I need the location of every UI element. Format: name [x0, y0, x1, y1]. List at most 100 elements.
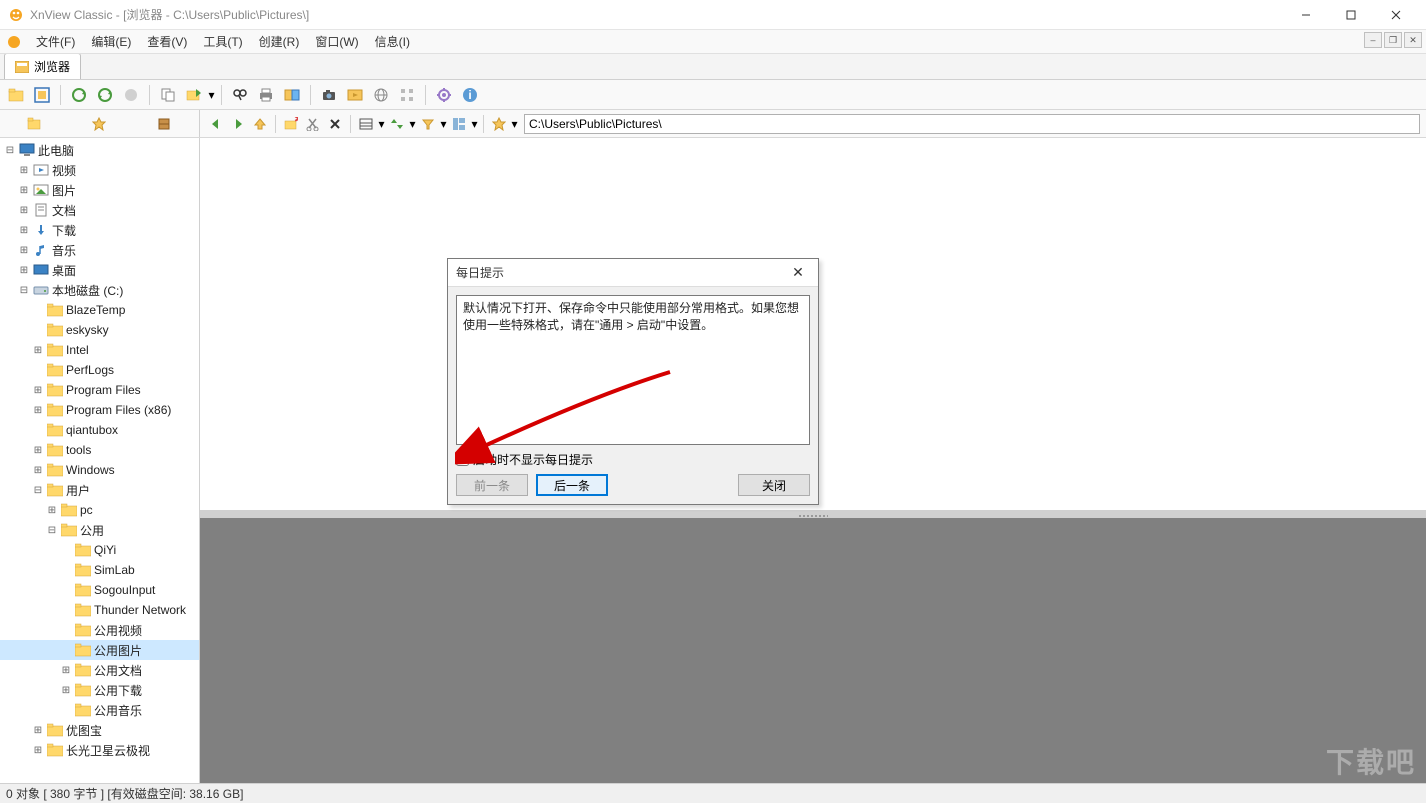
convert-button[interactable]	[280, 83, 304, 107]
tree-toggle-icon[interactable]: ⊞	[18, 185, 30, 196]
tree-lib-视频[interactable]: ⊞ 视频	[0, 160, 199, 180]
fav-add-button[interactable]	[489, 114, 509, 134]
tree-public-child[interactable]: 公用视频	[0, 620, 199, 640]
tree-lib-图片[interactable]: ⊞ 图片	[0, 180, 199, 200]
dropdown-icon[interactable]: ▾	[511, 117, 518, 131]
about-button[interactable]: i	[458, 83, 482, 107]
tree-public-child[interactable]: QiYi	[0, 540, 199, 560]
tree-public-child[interactable]: SogouInput	[0, 580, 199, 600]
tree-lib-桌面[interactable]: ⊞ 桌面	[0, 260, 199, 280]
back-button[interactable]	[206, 114, 226, 134]
dropdown-icon[interactable]: ▾	[440, 117, 447, 131]
tree-folder[interactable]: qiantubox	[0, 420, 199, 440]
folder-tree-button[interactable]	[4, 113, 66, 135]
copy-to-button[interactable]	[156, 83, 180, 107]
tree-folder[interactable]: ⊞ Windows	[0, 460, 199, 480]
tree-user-public[interactable]: ⊟ 公用	[0, 520, 199, 540]
tree-user-pc[interactable]: ⊞ pc	[0, 500, 199, 520]
dialog-titlebar[interactable]: 每日提示 ✕	[448, 259, 818, 287]
tree-toggle-icon[interactable]: ⊞	[18, 165, 30, 176]
next-tip-button[interactable]: 后一条	[536, 474, 608, 496]
delete-button[interactable]	[325, 114, 345, 134]
refresh-button[interactable]	[67, 83, 91, 107]
tree-toggle-icon[interactable]: ⊞	[46, 505, 58, 516]
menu-file[interactable]: 文件(F)	[28, 31, 83, 52]
tree-toggle-icon[interactable]: ⊞	[60, 685, 72, 696]
tree-lib-下载[interactable]: ⊞ 下载	[0, 220, 199, 240]
tree-toggle-icon[interactable]: ⊟	[32, 485, 44, 496]
tree-public-child[interactable]: ⊞ 公用下载	[0, 680, 199, 700]
dropdown-icon[interactable]: ▾	[471, 117, 478, 131]
menu-info[interactable]: 信息(I)	[367, 31, 418, 52]
minimize-button[interactable]	[1283, 1, 1328, 29]
options-button[interactable]	[432, 83, 456, 107]
tab-browser[interactable]: 浏览器	[4, 53, 81, 79]
tree-disk-c[interactable]: ⊟ 本地磁盘 (C:)	[0, 280, 199, 300]
search-button[interactable]	[228, 83, 252, 107]
tree-toggle-icon[interactable]: ⊞	[60, 665, 72, 676]
dont-show-checkbox[interactable]	[456, 453, 469, 466]
prev-tip-button[interactable]: 前一条	[456, 474, 528, 496]
fullscreen-button[interactable]	[30, 83, 54, 107]
dropdown-icon[interactable]: ▾	[378, 117, 385, 131]
tree-toggle-icon[interactable]: ⊞	[32, 405, 44, 416]
tree-public-child[interactable]: 公用音乐	[0, 700, 199, 720]
maximize-button[interactable]	[1328, 1, 1373, 29]
print-button[interactable]	[254, 83, 278, 107]
menu-tools[interactable]: 工具(T)	[195, 31, 250, 52]
mdi-minimize[interactable]: ‒	[1364, 32, 1382, 48]
tree-toggle-icon[interactable]: ⊟	[18, 285, 30, 296]
refresh-all-button[interactable]	[93, 83, 117, 107]
mdi-restore[interactable]: ❐	[1384, 32, 1402, 48]
tree-public-child[interactable]: ⊞ 公用文档	[0, 660, 199, 680]
tree-folder[interactable]: PerfLogs	[0, 360, 199, 380]
tree-public-child[interactable]: Thunder Network	[0, 600, 199, 620]
sort-button[interactable]	[387, 114, 407, 134]
contact-sheet-button[interactable]	[395, 83, 419, 107]
tree-toggle-icon[interactable]: ⊞	[32, 385, 44, 396]
tree-toggle-icon[interactable]: ⊞	[32, 445, 44, 456]
tree-public-child[interactable]: SimLab	[0, 560, 199, 580]
dropdown-icon[interactable]: ▾	[208, 88, 215, 102]
menu-view[interactable]: 查看(V)	[139, 31, 195, 52]
tree-toggle-icon[interactable]: ⊞	[32, 465, 44, 476]
tree-panel[interactable]: ⊟ 此电脑 ⊞ 视频 ⊞ 图片 ⊞ 文档 ⊞ 下载 ⊞ 音乐 ⊞ 桌面 ⊟ 本地…	[0, 138, 200, 783]
tree-toggle-icon[interactable]: ⊞	[32, 745, 44, 756]
stop-button[interactable]	[119, 83, 143, 107]
cut-button[interactable]	[303, 114, 323, 134]
up-button[interactable]	[250, 114, 270, 134]
dialog-close-button[interactable]: ✕	[786, 263, 810, 283]
tree-folder[interactable]: ⊞ 优图宝	[0, 720, 199, 740]
favorites-button[interactable]	[68, 113, 130, 135]
tree-toggle-icon[interactable]: ⊞	[32, 725, 44, 736]
address-input[interactable]	[524, 114, 1420, 134]
tree-folder[interactable]: eskysky	[0, 320, 199, 340]
close-tip-button[interactable]: 关闭	[738, 474, 810, 496]
tree-toggle-icon[interactable]: ⊞	[32, 345, 44, 356]
tree-this-pc[interactable]: ⊟ 此电脑	[0, 140, 199, 160]
tree-folder[interactable]: BlazeTemp	[0, 300, 199, 320]
layout-button[interactable]	[449, 114, 469, 134]
preview-panel[interactable]	[200, 518, 1426, 783]
tree-folder[interactable]: ⊞ Program Files	[0, 380, 199, 400]
menu-edit[interactable]: 编辑(E)	[83, 31, 139, 52]
tree-folder[interactable]: ⊞ Program Files (x86)	[0, 400, 199, 420]
web-button[interactable]	[369, 83, 393, 107]
tree-users[interactable]: ⊟ 用户	[0, 480, 199, 500]
tree-toggle-icon[interactable]: ⊞	[18, 205, 30, 216]
new-folder-button[interactable]: ✱	[281, 114, 301, 134]
tree-public-child[interactable]: 公用图片	[0, 640, 199, 660]
slideshow-button[interactable]	[343, 83, 367, 107]
categories-button[interactable]	[133, 113, 195, 135]
view-mode-button[interactable]	[356, 114, 376, 134]
filter-button[interactable]	[418, 114, 438, 134]
close-button[interactable]	[1373, 1, 1418, 29]
tree-toggle-icon[interactable]: ⊟	[46, 525, 58, 536]
tree-toggle-icon[interactable]: ⊞	[18, 265, 30, 276]
tree-folder[interactable]: ⊞ Intel	[0, 340, 199, 360]
tree-lib-文档[interactable]: ⊞ 文档	[0, 200, 199, 220]
dropdown-icon[interactable]: ▾	[409, 117, 416, 131]
tree-toggle-icon[interactable]: ⊟	[4, 145, 16, 156]
acquire-button[interactable]	[317, 83, 341, 107]
tree-toggle-icon[interactable]: ⊞	[18, 245, 30, 256]
